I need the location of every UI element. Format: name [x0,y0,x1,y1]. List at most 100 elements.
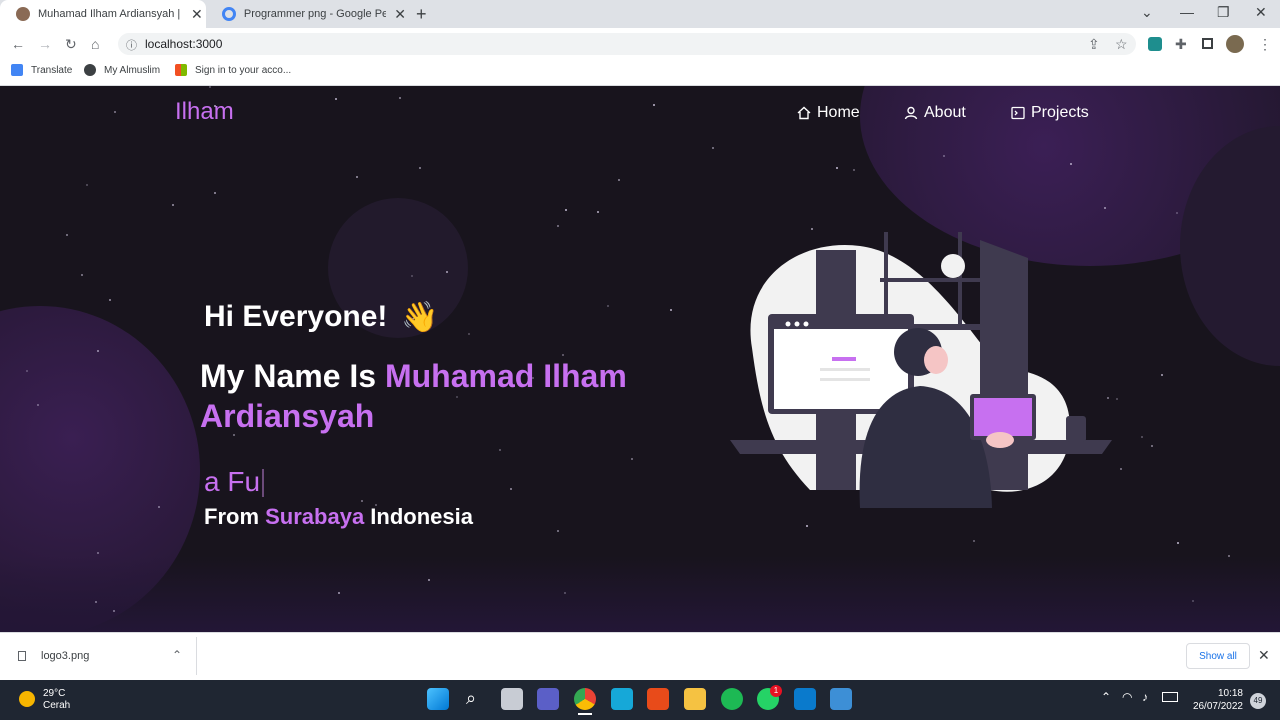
minimize-icon[interactable]: — [1180,4,1194,20]
search-icon[interactable]: ⌕ [466,688,476,709]
volume-icon[interactable]: ♪ [1142,690,1148,704]
bookmark-microsoft[interactable]: Sign in to your acco... [175,64,291,76]
back-icon[interactable]: ← [11,36,25,52]
star [419,167,421,169]
restore-icon[interactable]: ❐ [1217,4,1230,21]
nav-about[interactable]: About [904,104,966,122]
star [468,333,470,335]
name-prefix: My Name Is [200,358,385,394]
bookmark-label: Translate [31,64,73,76]
bookmark-almuslim[interactable]: My Almuslim [84,64,160,76]
chat-icon[interactable] [537,688,559,710]
extension-icon[interactable] [1148,37,1162,51]
chevron-up-icon[interactable]: ⌃ [172,648,182,662]
show-all-button[interactable]: Show all [1186,643,1250,669]
chrome-icon[interactable] [574,688,596,710]
microsoft-icon [175,64,187,76]
profile-avatar[interactable] [1226,35,1244,53]
star [1228,555,1230,557]
site-info-icon[interactable]: ⓘ [126,37,137,53]
menu-dots-icon[interactable]: ⋮ [1258,36,1272,53]
close-tab-icon[interactable]: ✕ [191,6,203,23]
forward-icon[interactable]: → [38,36,52,52]
user-icon [904,106,918,120]
star [456,396,458,398]
close-download-bar-icon[interactable]: ✕ [1258,647,1270,664]
divider [196,637,197,675]
nav-projects[interactable]: Projects [1011,104,1089,122]
spotify-icon[interactable] [721,688,743,710]
star [557,530,559,532]
star [81,274,83,276]
file-icon [18,651,26,661]
tab-portfolio[interactable]: Muhamad Ilham Ardiansyah | Port ✕ [0,0,206,28]
bookmark-label: My Almuslim [104,64,161,76]
location-city: Surabaya [265,504,365,529]
weather-sun-icon[interactable] [19,691,35,707]
star [114,111,116,113]
globe-icon [84,64,96,76]
star [1104,207,1106,209]
name-highlight: Muhamad Ilham [384,358,627,394]
star [562,354,564,356]
tab-search-icon[interactable]: ⌄ [1141,4,1153,21]
close-window-icon[interactable]: ✕ [1255,4,1267,21]
weather-widget[interactable]: 29°C Cerah [43,688,70,712]
star [1151,445,1153,447]
nav-label: Home [817,104,860,121]
app-l-icon[interactable] [611,688,633,710]
star [943,155,945,157]
star [97,350,99,352]
star [95,601,97,603]
chevron-up-icon[interactable]: ⌃ [1101,690,1111,704]
star [113,610,115,612]
notification-count[interactable]: 49 [1250,693,1266,709]
star [836,167,838,169]
avatar-favicon-icon [16,7,30,21]
star [411,275,413,277]
home-icon[interactable]: ⌂ [91,36,99,52]
star [670,309,672,311]
star [26,370,28,372]
close-tab-icon[interactable]: ✕ [394,6,406,23]
site-brand[interactable]: Ilham [175,98,234,126]
vscode-icon[interactable] [794,688,816,710]
active-app-indicator [578,713,592,715]
address-bar[interactable] [118,33,1136,55]
tab-label: Muhamad Ilham Ardiansyah | Port [38,8,183,20]
tab-google[interactable]: Programmer png - Google Penel ✕ [206,0,406,28]
clock[interactable]: 10:18 26/07/2022 [1185,687,1243,713]
task-view-icon[interactable] [501,688,523,710]
start-icon[interactable] [427,688,449,710]
battery-icon[interactable] [1162,692,1178,702]
office-icon[interactable] [647,688,669,710]
star [158,506,160,508]
share-icon[interactable]: ⇪ [1088,36,1100,53]
bookmark-translate[interactable]: Translate [11,64,72,76]
location-text: From Surabaya Indonesia [204,504,473,530]
location-suffix: Indonesia [364,504,473,529]
star [557,225,559,227]
star [564,592,566,594]
notification-badge: 1 [770,685,782,697]
side-panel-icon[interactable] [1202,38,1213,49]
bookmark-star-icon[interactable]: ☆ [1115,36,1128,53]
time: 10:18 [1217,688,1243,699]
wifi-icon[interactable]: ◠ [1122,690,1132,704]
star [853,169,855,171]
download-item[interactable]: logo3.png [41,650,89,662]
bookmark-label: Sign in to your acco... [195,64,292,76]
star [1120,468,1122,470]
star [607,305,609,307]
url-text[interactable]: localhost:3000 [145,37,222,51]
reload-icon[interactable]: ↻ [65,36,77,53]
star [214,192,216,194]
photos-icon[interactable] [830,688,852,710]
nav-label: About [924,104,966,121]
extensions-puzzle-icon[interactable]: ✚ [1175,36,1187,53]
file-explorer-icon[interactable] [684,688,706,710]
star [712,147,714,149]
nav-home[interactable]: Home [797,104,860,122]
star [510,488,512,490]
new-tab-icon[interactable]: + [416,4,427,25]
